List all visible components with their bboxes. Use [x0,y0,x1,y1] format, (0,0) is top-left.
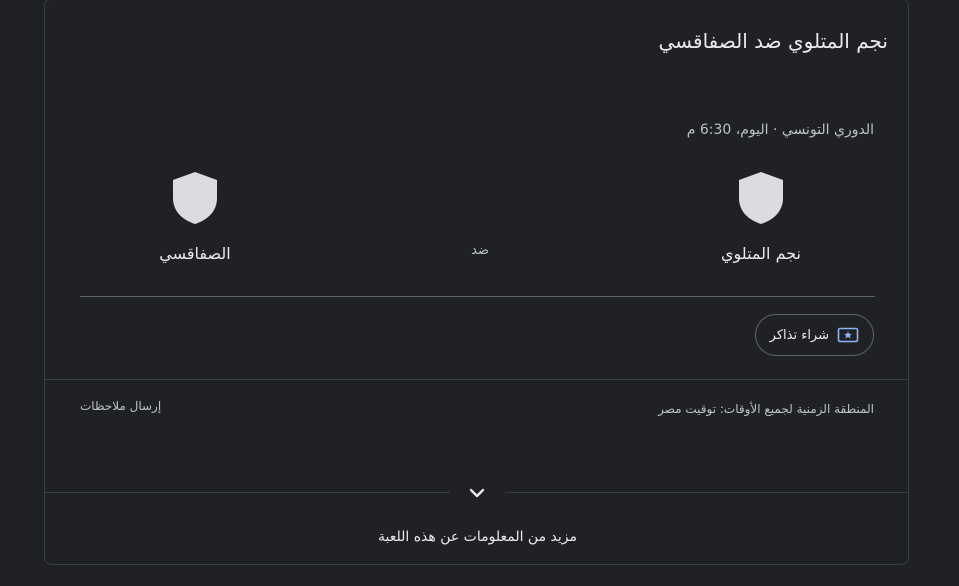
send-feedback-link[interactable]: إرسال ملاحظات [80,399,161,413]
home-team[interactable]: نجم المتلوي [681,170,841,263]
match-title: نجم المتلوي ضد الصفاقسي [658,29,888,53]
shield-icon [739,172,783,224]
divider [45,379,908,380]
expand-button[interactable] [463,479,491,507]
match-card: نجم المتلوي ضد الصفاقسي الدوري التونسي ·… [44,0,909,565]
divider [45,492,450,493]
chevron-down-icon [469,488,485,498]
buy-tickets-button[interactable]: شراء تذاكر [754,314,874,356]
vs-label: ضد [471,243,489,258]
divider [505,492,908,493]
timezone-note: المنطقة الزمنية لجميع الأوقات: توقيت مصر [658,402,874,416]
shield-icon [173,172,217,224]
match-meta: الدوري التونسي · اليوم، 6:30 م [686,122,874,138]
away-team-name: الصفاقسي [159,244,231,263]
divider [80,296,875,297]
more-info-link[interactable]: مزيد من المعلومات عن هذه اللعبة [45,529,910,545]
away-team[interactable]: الصفاقسي [115,170,275,263]
home-team-name: نجم المتلوي [721,244,801,263]
buy-tickets-label: شراء تذاكر [769,327,829,343]
ticket-icon [837,327,859,343]
